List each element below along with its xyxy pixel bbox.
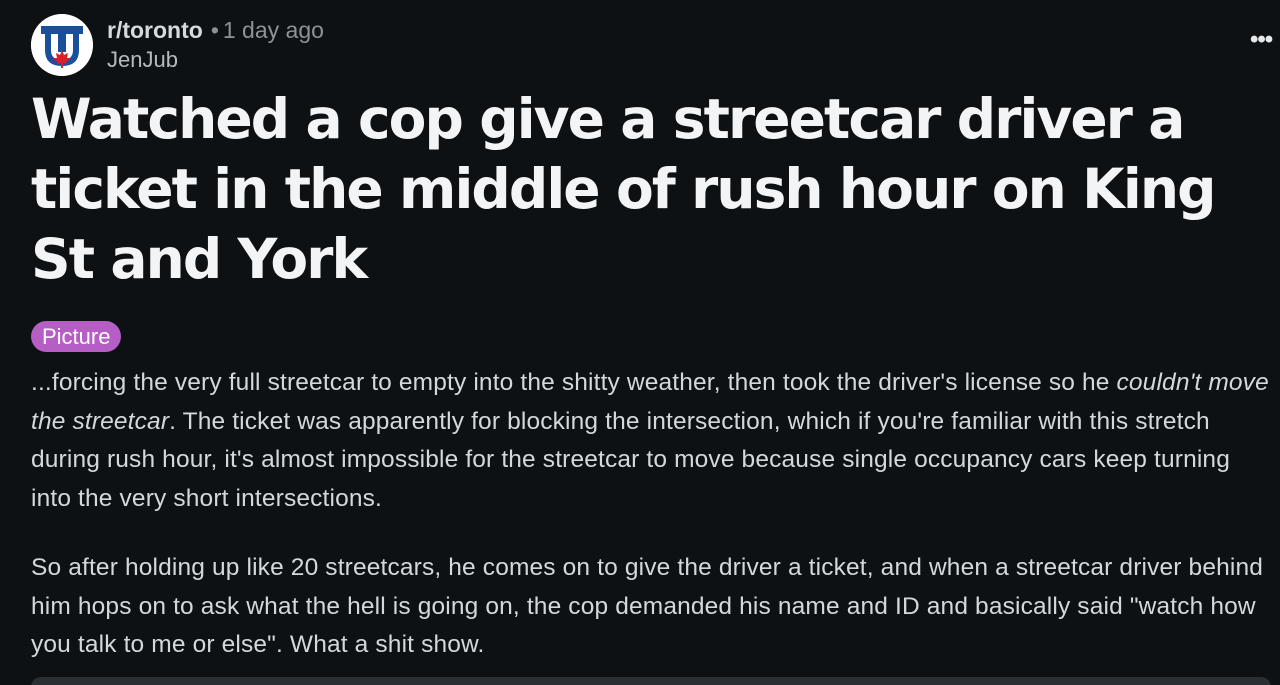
- post-page: r/toronto • 1 day ago JenJub ••• Watched a…: [0, 0, 1280, 685]
- subreddit-link[interactable]: r/toronto: [107, 17, 203, 43]
- post-meta: r/toronto • 1 day ago: [107, 15, 324, 45]
- post-image-preview[interactable]: [31, 677, 1271, 685]
- post-flair[interactable]: Picture: [31, 321, 122, 352]
- post-body: ...forcing the very full streetcar to em…: [31, 364, 1271, 665]
- body-text: ...forcing the very full streetcar to em…: [31, 369, 1117, 396]
- toronto-logo-icon: [31, 14, 93, 76]
- meta-separator: •: [210, 17, 219, 43]
- body-paragraph-1: ...forcing the very full streetcar to em…: [31, 364, 1271, 518]
- post-title[interactable]: Watched a cop give a streetcar driver a …: [31, 84, 1256, 294]
- body-paragraph-2: So after holding up like 20 streetcars, …: [31, 554, 1264, 658]
- subreddit-avatar[interactable]: [31, 14, 93, 76]
- more-options-icon[interactable]: •••: [1250, 28, 1273, 52]
- post-time: 1 day ago: [222, 17, 324, 43]
- author-link[interactable]: JenJub: [107, 46, 178, 74]
- body-text: . The ticket was apparently for blocking…: [31, 407, 1230, 512]
